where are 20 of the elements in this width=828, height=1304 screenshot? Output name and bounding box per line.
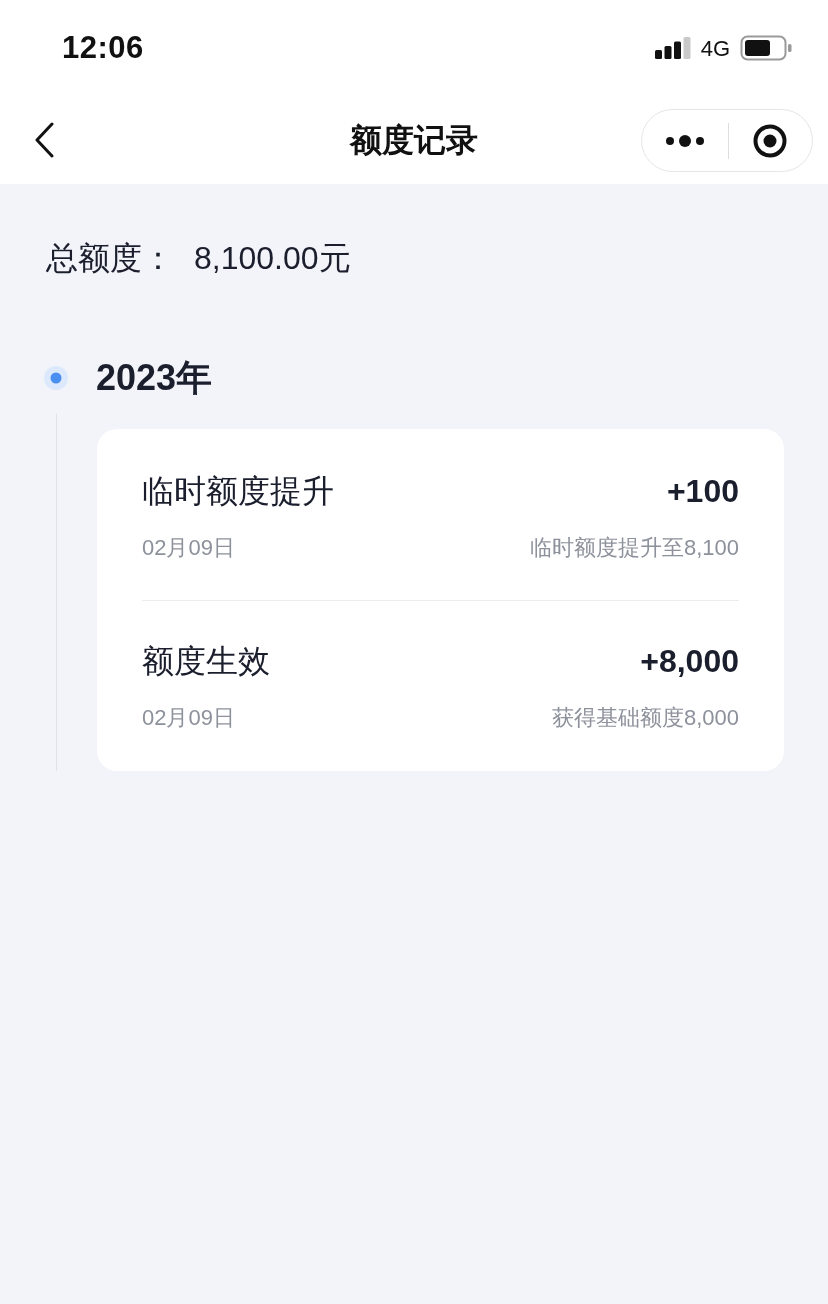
ring-dot-icon (753, 123, 788, 158)
record-date: 02月09日 (142, 704, 235, 732)
record-note: 获得基础额度8,000 (551, 704, 739, 732)
timeline-dot-icon (44, 366, 68, 390)
dots-icon (665, 134, 704, 147)
total-value: 8,100.00元 (194, 239, 351, 278)
record-amount: +100 (666, 472, 739, 511)
total-label: 总额度： (46, 239, 174, 278)
network-label: 4G (700, 34, 730, 63)
status-time: 12:06 (62, 28, 144, 67)
signal-icon (654, 37, 691, 59)
page-title: 额度记录 (350, 121, 478, 160)
year-heading: 2023年 (96, 356, 213, 400)
record-amount: +8,000 (640, 642, 739, 681)
record-date: 02月09日 (142, 534, 235, 562)
battery-icon (740, 35, 792, 61)
record-title: 额度生效 (142, 642, 270, 681)
record-title: 临时额度提升 (142, 472, 334, 511)
record-note: 临时额度提升至8,100 (529, 534, 739, 562)
chevron-left-icon (34, 122, 54, 158)
